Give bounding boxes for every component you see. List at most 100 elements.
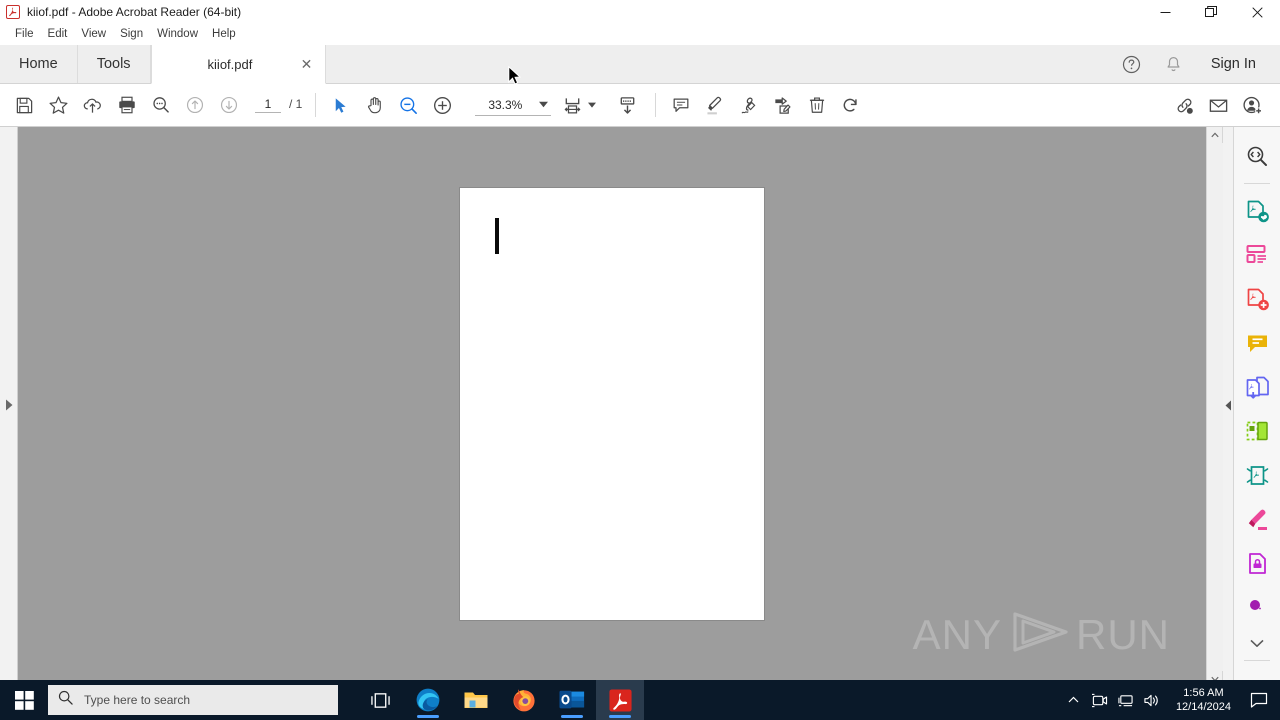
left-navigation-rail[interactable]: [0, 127, 18, 687]
taskbar-app-outlook[interactable]: [548, 680, 596, 720]
fit-page-width-icon[interactable]: [557, 90, 588, 121]
redact-icon[interactable]: [1238, 500, 1276, 538]
more-tools-icon[interactable]: [1238, 588, 1276, 626]
page-number-input[interactable]: [255, 97, 281, 113]
tab-strip: Home Tools kiiof.pdf ✕ Sign In: [0, 45, 1280, 84]
edit-pdf-icon[interactable]: [1238, 280, 1276, 318]
search-document-icon[interactable]: [1238, 137, 1276, 175]
show-hidden-icons-icon[interactable]: [1061, 680, 1087, 720]
comment-bubble-icon[interactable]: [665, 90, 696, 121]
search-placeholder: Type here to search: [84, 693, 191, 707]
acrobat-icon: [5, 4, 21, 20]
page-scroll-down-icon[interactable]: [612, 90, 643, 121]
menu-sign[interactable]: Sign: [113, 25, 150, 44]
search-input[interactable]: Type here to search: [48, 685, 338, 715]
window-controls: [1142, 0, 1280, 24]
previous-page-button[interactable]: [179, 90, 210, 121]
email-envelope-icon[interactable]: [1203, 90, 1234, 121]
print-icon[interactable]: [111, 90, 142, 121]
zoom-level-value: 33.3%: [488, 97, 523, 112]
menu-help[interactable]: Help: [205, 25, 243, 44]
create-pdf-icon[interactable]: [1238, 236, 1276, 274]
home-tab[interactable]: Home: [0, 45, 78, 83]
network-icon[interactable]: [1113, 680, 1139, 720]
action-center-icon[interactable]: [1242, 680, 1276, 720]
clock-time: 1:56 AM: [1183, 687, 1224, 699]
cloud-upload-icon[interactable]: [77, 90, 108, 121]
star-icon[interactable]: [43, 90, 74, 121]
pdf-page[interactable]: [460, 188, 764, 620]
text-caret: [495, 218, 499, 254]
fill-and-sign-icon[interactable]: [767, 90, 798, 121]
zoom-out-icon[interactable]: [393, 90, 424, 121]
zoom-level-field[interactable]: 33.3%: [475, 94, 552, 116]
menu-file[interactable]: File: [8, 25, 41, 44]
trash-delete-icon[interactable]: [801, 90, 832, 121]
select-cursor-icon[interactable]: [325, 90, 356, 121]
toolbar-divider: [315, 93, 317, 117]
organize-pages-icon[interactable]: [1238, 412, 1276, 450]
combine-files-icon[interactable]: [1238, 368, 1276, 406]
chevron-down-icon[interactable]: [1238, 632, 1276, 654]
system-tray: 1:56 AM 12/14/2024: [1061, 680, 1280, 720]
vertical-scrollbar[interactable]: [1206, 127, 1223, 687]
freehand-draw-icon[interactable]: [733, 90, 764, 121]
camera-record-icon[interactable]: [1087, 680, 1113, 720]
save-floppy-icon[interactable]: [9, 90, 40, 121]
watermark-right-text: RUN: [1076, 610, 1170, 658]
menu-bar: File Edit View Sign Window Help: [0, 24, 1280, 45]
toolbar-divider: [655, 93, 657, 117]
scroll-up-arrow-icon[interactable]: [1207, 127, 1223, 143]
main-toolbar: / 1 33.3%: [0, 84, 1280, 127]
add-person-icon[interactable]: [1237, 90, 1268, 121]
taskbar-app-file-explorer[interactable]: [452, 680, 500, 720]
comment-icon[interactable]: [1238, 324, 1276, 362]
find-search-icon[interactable]: [145, 90, 176, 121]
anyrun-play-icon: [1008, 610, 1070, 659]
collapse-left-arrow-icon: [1225, 398, 1232, 416]
volume-icon[interactable]: [1139, 680, 1165, 720]
bell-icon[interactable]: [1155, 45, 1193, 83]
pdf-page-canvas[interactable]: ANY RUN: [18, 127, 1206, 687]
fit-dropdown-chevron-down-icon[interactable]: [588, 102, 597, 108]
anyrun-watermark: ANY RUN: [913, 610, 1170, 659]
close-button[interactable]: [1234, 0, 1280, 24]
export-pdf-icon[interactable]: [1238, 192, 1276, 230]
minimize-button[interactable]: [1142, 0, 1188, 24]
help-circle-icon[interactable]: [1113, 45, 1151, 83]
menu-window[interactable]: Window: [150, 25, 205, 44]
close-icon[interactable]: ✕: [299, 56, 315, 72]
tools-tab[interactable]: Tools: [77, 45, 151, 83]
document-tab[interactable]: kiiof.pdf ✕: [150, 45, 326, 84]
taskbar-clock[interactable]: 1:56 AM 12/14/2024: [1165, 680, 1242, 720]
menu-edit[interactable]: Edit: [41, 25, 75, 44]
sign-in-button[interactable]: Sign In: [1197, 45, 1266, 83]
window-title-bar: kiiof.pdf - Adobe Acrobat Reader (64-bit…: [0, 0, 1280, 24]
maximize-restore-button[interactable]: [1188, 0, 1234, 24]
collapse-right-panel-button[interactable]: [1222, 127, 1233, 687]
page-total-label: / 1: [289, 97, 303, 111]
tab-strip-right-group: Sign In: [1113, 45, 1280, 83]
right-tools-rail: [1233, 127, 1280, 695]
document-body-area: ANY RUN: [0, 127, 1280, 695]
hand-pan-icon[interactable]: [359, 90, 390, 121]
compress-pdf-icon[interactable]: [1238, 456, 1276, 494]
protect-icon[interactable]: [1238, 544, 1276, 582]
task-view-icon[interactable]: [356, 680, 404, 720]
rail-divider: [1244, 183, 1270, 184]
document-tab-label: kiiof.pdf: [207, 56, 253, 72]
zoom-in-icon[interactable]: [427, 90, 458, 121]
windows-start-icon[interactable]: [0, 680, 48, 720]
share-link-icon[interactable]: [1169, 90, 1200, 121]
taskbar-app-acrobat[interactable]: [596, 680, 644, 720]
taskbar-app-firefox[interactable]: [500, 680, 548, 720]
scrollbar-track[interactable]: [1206, 143, 1223, 671]
expand-right-arrow-icon[interactable]: [5, 398, 13, 416]
highlighter-pen-icon[interactable]: [699, 90, 730, 121]
taskbar-app-edge[interactable]: [404, 680, 452, 720]
chevron-down-icon[interactable]: [535, 101, 551, 108]
rotate-clockwise-icon[interactable]: [835, 90, 866, 121]
toolbar-right-group: [1169, 90, 1280, 121]
menu-view[interactable]: View: [74, 25, 113, 44]
next-page-button[interactable]: [213, 90, 244, 121]
